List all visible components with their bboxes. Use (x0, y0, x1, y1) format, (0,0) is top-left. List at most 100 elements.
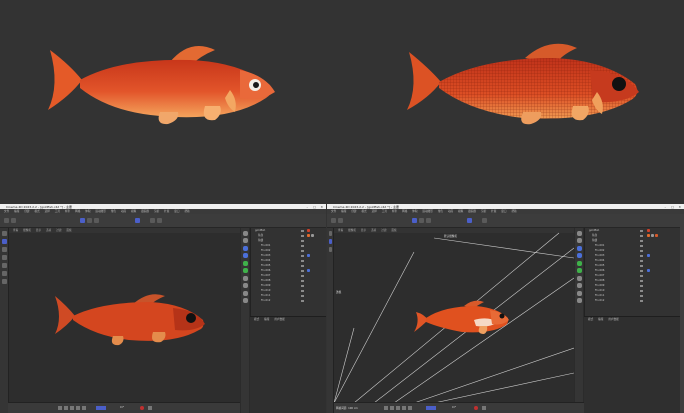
maximize-icon[interactable]: □ (313, 205, 316, 209)
undo-icon[interactable] (4, 218, 9, 223)
minimize-icon[interactable]: – (307, 205, 309, 209)
right-scrollbar[interactable] (680, 214, 684, 413)
timeline: 网格间距: 100 cm 0 F (334, 402, 584, 413)
light-icon[interactable] (576, 298, 582, 303)
window-title: Cinema 4D 2023.2.2 - [goldfish.c4d *] - … (6, 204, 72, 209)
viewport[interactable]: 查看 摄像机 显示 选项 过滤 面板 (9, 228, 240, 403)
close-icon[interactable]: ✕ (678, 205, 681, 209)
toolbar (327, 214, 684, 228)
rotate-tool-icon[interactable] (87, 218, 92, 223)
loop-icon[interactable] (426, 406, 436, 410)
attr-tab-edit[interactable]: 编辑 (264, 317, 269, 322)
select-tool-icon[interactable] (328, 231, 332, 236)
generator-icon[interactable] (576, 260, 582, 266)
record-icon[interactable] (474, 406, 478, 410)
move-tool-icon[interactable] (328, 239, 332, 244)
select-tool-icon[interactable] (1, 231, 7, 236)
rotate-tool-icon[interactable] (419, 218, 424, 223)
loop-icon[interactable] (96, 406, 106, 410)
skip-end-icon[interactable] (408, 406, 412, 410)
text-icon[interactable] (576, 253, 582, 258)
attr-tab-edit[interactable]: 编辑 (598, 317, 603, 322)
attr-tab-mode[interactable]: 模式 (588, 317, 593, 322)
viewport-menu: 查看 摄像机 显示 选项 过滤 面板 (9, 228, 240, 233)
undo-icon[interactable] (331, 218, 336, 223)
text-icon[interactable] (242, 253, 248, 258)
prev-frame-icon[interactable] (390, 406, 394, 410)
skip-start-icon[interactable] (384, 406, 388, 410)
close-icon[interactable]: ✕ (320, 205, 323, 209)
record-icon[interactable] (140, 406, 144, 410)
rotate-tool-icon[interactable] (1, 247, 7, 252)
attr-tab-userdata[interactable]: 用户数据 (608, 317, 618, 322)
attribute-tabs: 模式 编辑 用户数据 (250, 317, 326, 322)
vp-menu-view[interactable]: 查看 (13, 229, 18, 232)
skip-end-icon[interactable] (82, 406, 86, 410)
render-icon[interactable] (482, 218, 487, 223)
c4d-window-right: Cinema 4D 2023.2.2 - [goldfish.c4d *] - … (327, 204, 684, 413)
scale-tool-icon[interactable] (426, 218, 431, 223)
deformer-icon[interactable] (576, 268, 582, 273)
rotate-tool-icon[interactable] (328, 247, 332, 252)
prev-frame-icon[interactable] (64, 406, 68, 410)
render-settings-icon[interactable] (157, 218, 162, 223)
camera-icon[interactable] (576, 290, 582, 296)
attr-tab-mode[interactable]: 模式 (254, 317, 259, 322)
field-icon[interactable] (576, 275, 582, 281)
render-icon[interactable] (150, 218, 155, 223)
cube-icon[interactable] (576, 238, 582, 243)
field-icon[interactable] (242, 275, 248, 281)
keyframe-icon[interactable] (482, 406, 486, 410)
c4d-window-left: Cinema 4D 2023.2.2 - [goldfish.c4d *] - … (0, 204, 326, 413)
timeline: 0 F (8, 402, 240, 413)
camera-icon[interactable] (242, 290, 248, 296)
move-tool-icon[interactable] (412, 218, 417, 223)
goldfish-model[interactable] (53, 288, 213, 348)
next-frame-icon[interactable] (76, 406, 80, 410)
next-frame-icon[interactable] (402, 406, 406, 410)
light-icon[interactable] (242, 298, 248, 303)
scene-icon[interactable] (576, 283, 582, 288)
cube-icon[interactable] (135, 218, 140, 223)
redo-icon[interactable] (338, 218, 343, 223)
goldfish-render-wireframe (407, 43, 639, 125)
scale-tool-icon[interactable] (94, 218, 99, 223)
vp-menu-panel[interactable]: 面板 (66, 229, 71, 232)
move-tool-icon[interactable] (80, 218, 85, 223)
maximize-icon[interactable]: □ (671, 205, 674, 209)
play-icon[interactable] (396, 406, 400, 410)
scene-icon[interactable] (242, 283, 248, 288)
vp-menu-camera[interactable]: 摄像机 (23, 229, 31, 232)
spline-icon[interactable] (576, 245, 582, 251)
deformer-icon[interactable] (242, 268, 248, 273)
mode-palette (575, 228, 583, 413)
object-manager: goldfish 鱼身 鱼鳍 Fin.001 Fin.002 Fin.003 F… (584, 228, 681, 316)
brush-tool-icon[interactable] (1, 271, 7, 276)
scale-tool-icon[interactable] (1, 255, 7, 260)
redo-icon[interactable] (11, 218, 16, 223)
minimize-icon[interactable]: – (665, 205, 667, 209)
frame-counter: 0 F (120, 406, 124, 409)
window-title: Cinema 4D 2023.2.2 - [goldfish.c4d *] - … (333, 204, 399, 209)
status-text: 网格间距: 100 cm (336, 407, 358, 410)
object-row[interactable]: Fin.012 (585, 298, 681, 303)
vp-menu-options[interactable]: 选项 (46, 229, 51, 232)
keyframe-icon[interactable] (148, 406, 152, 410)
generator-icon[interactable] (242, 260, 248, 266)
skip-start-icon[interactable] (58, 406, 62, 410)
snap-icon[interactable] (1, 279, 7, 284)
play-icon[interactable] (70, 406, 74, 410)
goldfish-model[interactable] (414, 296, 514, 336)
object-row[interactable]: Fin.012 (251, 298, 326, 303)
sphere-icon[interactable] (576, 230, 582, 236)
spline-icon[interactable] (242, 245, 248, 251)
viewport[interactable]: 查看 摄像机 显示 选项 过滤 面板 默认摄像机 透视 (334, 228, 574, 403)
move-tool-icon[interactable] (1, 239, 7, 244)
cube-icon[interactable] (242, 238, 248, 243)
vp-menu-display[interactable]: 显示 (36, 229, 41, 232)
cube-icon[interactable] (467, 218, 472, 223)
knife-tool-icon[interactable] (1, 263, 7, 268)
attr-tab-userdata[interactable]: 用户数据 (274, 317, 284, 322)
sphere-icon[interactable] (242, 230, 248, 236)
vp-menu-filter[interactable]: 过滤 (56, 229, 61, 232)
